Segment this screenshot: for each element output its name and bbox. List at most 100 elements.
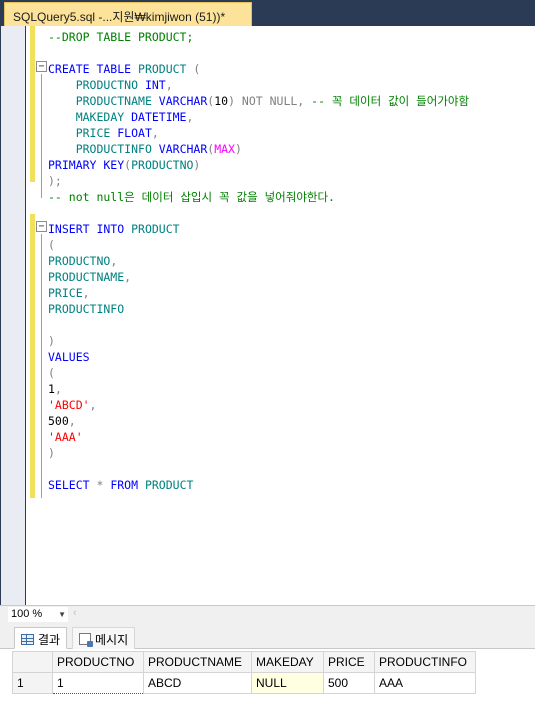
row-number-cell[interactable]: 1	[12, 672, 53, 694]
code-line[interactable]: (	[48, 365, 55, 381]
code-line[interactable]: PRICE,	[48, 285, 90, 301]
code-line[interactable]: )	[48, 445, 55, 461]
code-line[interactable]: PRODUCTNO INT,	[48, 77, 173, 93]
chevron-down-icon: ▼	[58, 610, 66, 619]
document-tab-title: SQLQuery5.sql -...지원₩kimjiwon (51))*	[13, 10, 226, 24]
cell-productno[interactable]: 1	[52, 672, 144, 694]
zoom-dropdown[interactable]: 100 % ▼	[8, 607, 68, 622]
code-line[interactable]: PRODUCTNAME,	[48, 269, 131, 285]
code-token: PRIMARY KEY	[48, 158, 125, 172]
code-line[interactable]: -- not null은 데이터 삽입시 꼭 값을 넣어줘야한다.	[48, 189, 335, 205]
code-token: MAKEDAY	[75, 110, 132, 124]
outline-guide-line	[41, 74, 42, 198]
code-token: PRODUCTINFO	[75, 142, 159, 156]
code-token: INSERT INTO	[48, 222, 132, 236]
code-line[interactable]: CREATE TABLE PRODUCT (	[48, 61, 200, 77]
results-tab-bar: 결과 메시지	[0, 623, 535, 649]
code-token: PRODUCTNO	[75, 78, 145, 92]
column-header-productname[interactable]: PRODUCTNAME	[143, 651, 252, 673]
cell-productname[interactable]: ABCD	[143, 672, 252, 694]
code-line[interactable]: 'ABCD',	[48, 397, 96, 413]
editor-status-bar: 100 % ▼ ‹	[0, 605, 535, 623]
code-token: ) NOT NULL,	[228, 94, 312, 108]
tab-results-label: 결과	[38, 633, 61, 647]
code-line[interactable]: 'AAA'	[48, 429, 83, 445]
code-line[interactable]: 500,	[48, 413, 76, 429]
code-token: VARCHAR	[158, 94, 208, 108]
cell-makeday[interactable]: NULL	[251, 672, 324, 694]
code-token: INT	[144, 78, 166, 92]
tab-results[interactable]: 결과	[14, 627, 68, 649]
code-token: PRODUCTNO	[48, 254, 111, 268]
code-token: ,	[110, 254, 118, 268]
code-token: ,	[124, 270, 132, 284]
code-token: SELECT	[48, 478, 97, 492]
code-token: VALUES	[48, 350, 90, 364]
code-token: 1	[48, 382, 55, 396]
code-token: )	[48, 446, 55, 460]
code-line[interactable]: PRIMARY KEY(PRODUCTNO)	[48, 157, 200, 173]
code-token: PRODUCT	[138, 62, 194, 76]
grid-icon	[21, 634, 34, 645]
code-token: ,	[82, 286, 90, 300]
column-header-productno[interactable]: PRODUCTNO	[52, 651, 144, 673]
code-line[interactable]: PRICE FLOAT,	[48, 125, 159, 141]
code-token: PRICE	[75, 126, 118, 140]
code-token: DATETIME	[131, 110, 187, 124]
scroll-left-icon[interactable]: ‹	[73, 607, 77, 619]
column-header-price[interactable]: PRICE	[323, 651, 375, 673]
code-line[interactable]: PRODUCTINFO VARCHAR(MAX)	[48, 141, 242, 157]
code-token: )	[48, 334, 55, 348]
code-token: 500	[48, 414, 69, 428]
grid-corner-cell[interactable]	[12, 651, 53, 673]
column-header-makeday[interactable]: MAKEDAY	[251, 651, 324, 673]
cell-price[interactable]: 500	[323, 672, 375, 694]
code-token: ,	[89, 398, 97, 412]
zoom-value: 100 %	[11, 608, 43, 620]
code-token: ,	[186, 110, 194, 124]
code-line[interactable]: SELECT * FROM PRODUCT	[48, 477, 193, 493]
code-token: (	[48, 238, 55, 252]
change-indicator-bar	[30, 26, 35, 182]
outline-guide-line	[41, 234, 42, 498]
code-line[interactable]: VALUES	[48, 349, 90, 365]
code-token: PRODUCTINFO	[48, 302, 125, 316]
code-token: )	[234, 142, 242, 156]
code-token: --DROP TABLE PRODUCT;	[48, 30, 194, 44]
code-line[interactable]: 1,	[48, 381, 62, 397]
code-line[interactable]: );	[48, 173, 62, 189]
results-grid[interactable]: PRODUCTNO PRODUCTNAME MAKEDAY PRICE PROD…	[12, 651, 476, 694]
code-token: PRODUCTNAME	[75, 94, 159, 108]
code-token: FLOAT	[117, 126, 152, 140]
code-line[interactable]: PRODUCTNO,	[48, 253, 117, 269]
code-line[interactable]: INSERT INTO PRODUCT	[48, 221, 180, 237]
code-token: PRODUCTNO	[131, 158, 194, 172]
code-token: ,	[165, 78, 173, 92]
results-pane: PRODUCTNO PRODUCTNAME MAKEDAY PRICE PROD…	[0, 649, 535, 708]
code-line[interactable]: PRODUCTNAME VARCHAR(10) NOT NULL, -- 꼭 데…	[48, 93, 469, 109]
document-tab[interactable]: SQLQuery5.sql -...지원₩kimjiwon (51))*	[4, 2, 252, 26]
code-line[interactable]: MAKEDAY DATETIME,	[48, 109, 194, 125]
cell-productinfo[interactable]: AAA	[374, 672, 476, 694]
messages-icon	[79, 633, 93, 647]
tab-strip-empty-area	[252, 2, 535, 26]
code-line[interactable]: (	[48, 237, 55, 253]
code-token: FROM	[110, 478, 145, 492]
column-header-productinfo[interactable]: PRODUCTINFO	[374, 651, 476, 673]
collapse-toggle-icon[interactable]: −	[36, 221, 47, 232]
code-line[interactable]: --DROP TABLE PRODUCT;	[48, 29, 193, 45]
code-token: CREATE TABLE	[48, 62, 139, 76]
code-token: 'AAA'	[48, 430, 83, 444]
code-line[interactable]: PRODUCTINFO	[48, 301, 124, 317]
tab-messages-label: 메시지	[95, 633, 129, 647]
code-line[interactable]: )	[48, 333, 55, 349]
collapse-toggle-icon[interactable]: −	[36, 61, 47, 72]
table-row: 1 1 ABCD NULL 500 AAA	[12, 672, 476, 694]
tab-messages[interactable]: 메시지	[72, 627, 136, 649]
query-editor[interactable]: − − --DROP TABLE PRODUCT; CREATE TABLE PR…	[0, 26, 535, 605]
